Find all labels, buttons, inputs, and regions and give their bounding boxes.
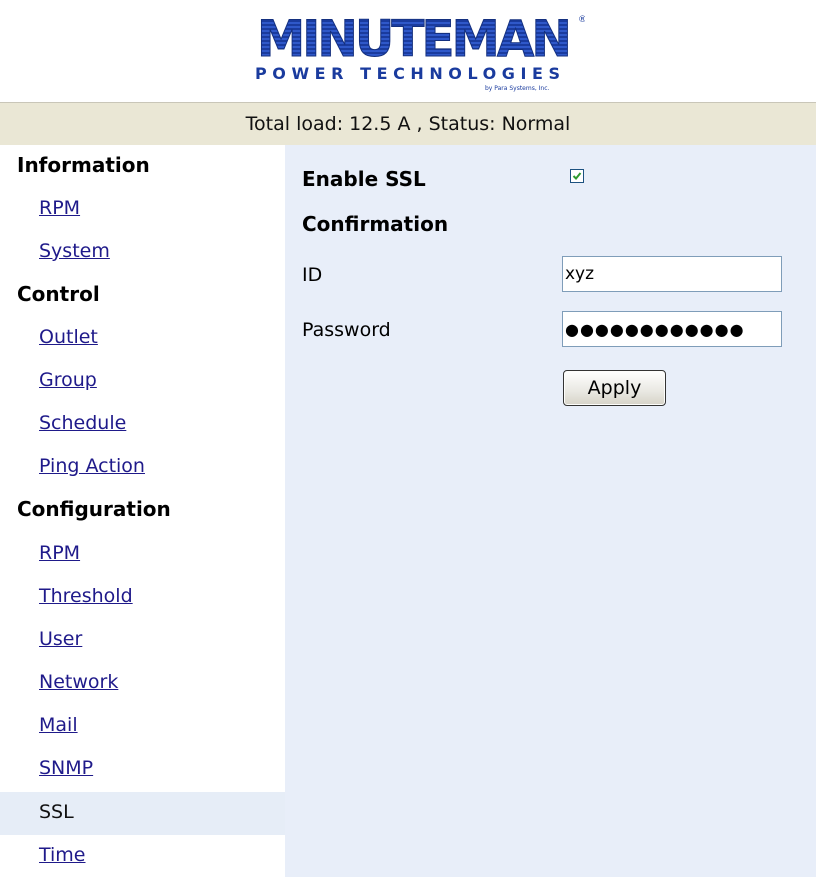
nav-link-threshold[interactable]: Threshold — [39, 585, 133, 607]
nav-heading-information: Information — [17, 153, 150, 177]
svg-text:®: ® — [578, 15, 585, 25]
nav-link-user[interactable]: User — [39, 628, 82, 650]
id-label: ID — [302, 264, 323, 286]
nav-item-outlet[interactable]: Outlet — [0, 317, 285, 360]
nav-link-configuration-rpm[interactable]: RPM — [39, 542, 80, 564]
page-frame: MINUTEMAN ® POWER TECHNOLOGIES by Para S… — [0, 0, 816, 877]
nav-link-mail[interactable]: Mail — [39, 714, 78, 736]
nav-item-system[interactable]: System — [0, 231, 285, 274]
nav-heading-control: Control — [17, 282, 100, 306]
confirmation-heading: Confirmation — [302, 212, 449, 236]
nav-item-mail[interactable]: Mail — [0, 705, 285, 748]
password-input[interactable] — [562, 311, 782, 347]
svg-text:MINUTEMAN: MINUTEMAN — [257, 10, 569, 68]
header: MINUTEMAN ® POWER TECHNOLOGIES by Para S… — [0, 0, 816, 103]
nav-item-network[interactable]: Network — [0, 662, 285, 705]
nav-link-network[interactable]: Network — [39, 671, 118, 693]
enable-ssl-label: Enable SSL — [302, 167, 426, 191]
nav-link-group[interactable]: Group — [39, 369, 97, 391]
nav-heading-configuration: Configuration — [17, 497, 171, 521]
nav-item-group[interactable]: Group — [0, 360, 285, 403]
ssl-settings-panel: Enable SSL Confirmation ID Password Appl… — [285, 145, 816, 877]
nav-item-threshold[interactable]: Threshold — [0, 576, 285, 619]
id-input[interactable] — [562, 256, 782, 292]
enable-ssl-checkbox[interactable] — [570, 169, 584, 183]
checkmark-icon — [572, 172, 582, 180]
sidebar-nav: Information RPM System Control Outlet Gr… — [0, 145, 285, 877]
nav-link-outlet[interactable]: Outlet — [39, 326, 98, 348]
password-label: Password — [302, 319, 391, 341]
apply-button[interactable]: Apply — [563, 370, 666, 406]
nav-item-time[interactable]: Time — [0, 835, 285, 878]
nav-label-ssl: SSL — [39, 801, 74, 823]
nav-link-schedule[interactable]: Schedule — [39, 412, 126, 434]
minuteman-logo: MINUTEMAN ® POWER TECHNOLOGIES by Para S… — [253, 8, 585, 94]
nav-link-snmp[interactable]: SNMP — [39, 757, 93, 779]
nav-item-ssl-active: SSL — [0, 792, 285, 835]
nav-link-ping-action[interactable]: Ping Action — [39, 455, 145, 477]
nav-item-configuration-rpm[interactable]: RPM — [0, 533, 285, 576]
nav-link-system[interactable]: System — [39, 240, 110, 262]
nav-item-snmp[interactable]: SNMP — [0, 748, 285, 791]
svg-text:by Para Systems, Inc.: by Para Systems, Inc. — [485, 85, 550, 92]
nav-link-time[interactable]: Time — [39, 844, 86, 866]
nav-item-information-rpm[interactable]: RPM — [0, 188, 285, 231]
nav-item-user[interactable]: User — [0, 619, 285, 662]
nav-item-schedule[interactable]: Schedule — [0, 403, 285, 446]
status-bar: Total load: 12.5 A , Status: Normal — [0, 103, 816, 145]
nav-item-ping-action[interactable]: Ping Action — [0, 446, 285, 489]
nav-link-information-rpm[interactable]: RPM — [39, 197, 80, 219]
